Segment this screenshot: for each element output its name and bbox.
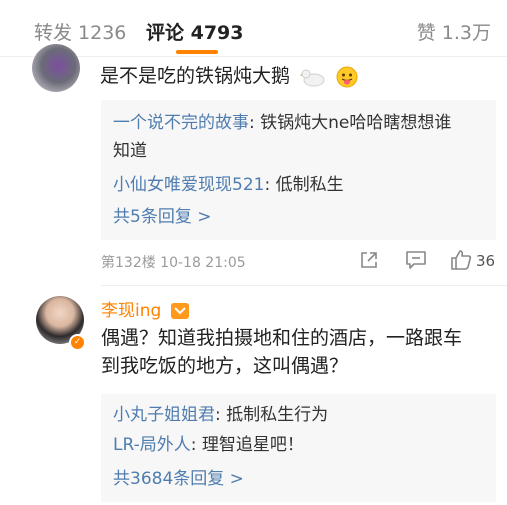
verified-badge-icon: ✓ [69, 334, 86, 351]
reply-username[interactable]: 小丸子姐姐君 [113, 405, 215, 425]
comment-username[interactable]: 李现ing [101, 296, 189, 321]
reply-text: 知道 [113, 141, 147, 161]
comment-tabs-bar: 转发 1236 评论 4793 赞 1.3万 [0, 0, 507, 55]
comment-body-line: 到我吃饭的地方，这叫偶遇？ [101, 355, 349, 377]
tab-repost[interactable]: 转发 1236 [34, 18, 126, 45]
reply-item: 一个说不完的故事: 铁锅炖大ne哈哈瞎想想谁 [113, 113, 452, 133]
comment-divider [101, 285, 507, 286]
tab-likes[interactable]: 赞 1.3万 [417, 18, 491, 45]
reply-text: 理智追星吧！ [201, 435, 304, 455]
tongue-out-emoji-icon [336, 66, 358, 87]
reply-item-continued: 知道 [113, 138, 147, 164]
reply-username[interactable]: 一个说不完的故事 [113, 113, 249, 133]
reply-preview-box[interactable]: 一个说不完的故事: 铁锅炖大ne哈哈瞎想想谁 知道 小仙女唯爱现现521: 低制… [101, 100, 496, 240]
reply-username[interactable]: LR-局外人 [113, 435, 191, 455]
reply-item: 小丸子姐姐君: 抵制私生行为 [113, 405, 329, 425]
member-level-icon [170, 303, 189, 319]
like-count: 36 [476, 252, 496, 270]
comment-text: 偶遇？知道我拍摄地和住的酒店，一路跟车 到我吃饭的地方，这叫偶遇？ [101, 324, 501, 380]
view-all-replies-link[interactable]: 共3684条回复 > [113, 466, 244, 492]
view-all-replies-link[interactable]: 共5条回复 > [113, 204, 211, 230]
tab-comments[interactable]: 评论 4793 [146, 18, 244, 45]
reply-item: LR-局外人: 理智追星吧！ [113, 435, 304, 455]
reply-username[interactable]: 小仙女唯爱现现521 [113, 175, 264, 195]
comment-icon[interactable] [405, 250, 427, 270]
comment-body-line: 偶遇？知道我拍摄地和住的酒店，一路跟车 [101, 327, 463, 349]
comment-body: 是不是吃的铁锅炖大鹅 [100, 65, 291, 87]
username-label[interactable]: 李现ing [101, 301, 161, 321]
comment-meta: 第132楼 10-18 21:05 [101, 255, 246, 271]
comment-text: 是不是吃的铁锅炖大鹅 [100, 62, 358, 90]
reply-text: 低制私生 [275, 175, 344, 195]
like-thumb-icon[interactable] [450, 250, 472, 270]
goose-emoji-icon [300, 69, 325, 86]
reply-text: 铁锅炖大ne哈哈瞎想想谁 [260, 113, 452, 133]
reply-text: 抵制私生行为 [226, 405, 329, 425]
avatar[interactable] [32, 44, 80, 92]
active-tab-indicator [176, 50, 218, 54]
reply-preview-box[interactable]: 小丸子姐姐君: 抵制私生行为 LR-局外人: 理智追星吧！ 共3684条回复 > [101, 394, 496, 502]
share-icon[interactable] [359, 250, 379, 270]
reply-item: 小仙女唯爱现现521: 低制私生 [113, 175, 344, 195]
